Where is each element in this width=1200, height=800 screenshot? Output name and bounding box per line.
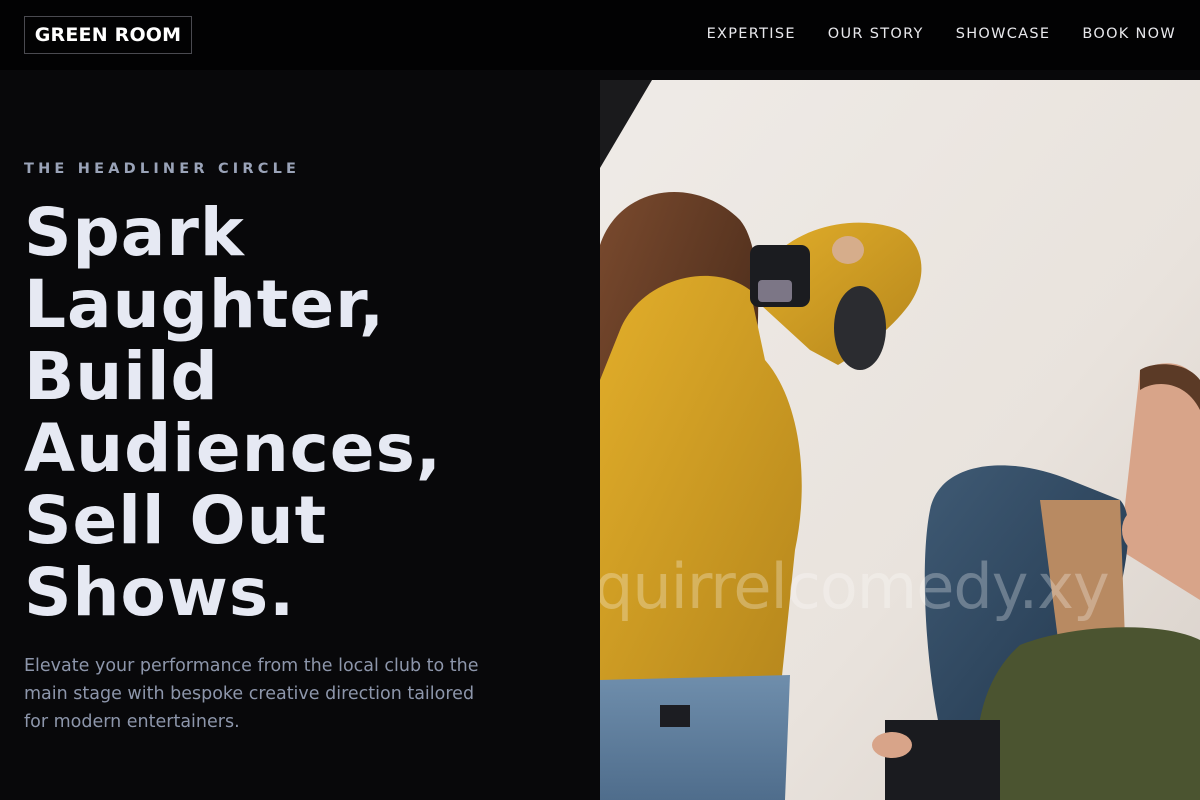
nav-link-book-now[interactable]: BOOK NOW — [1082, 26, 1176, 42]
hero-headline: Spark Laughter, Build Audiences, Sell Ou… — [24, 197, 584, 629]
hero-photo: quirrelcomedy.xy — [600, 80, 1200, 800]
main-nav: EXPERTISE OUR STORY SHOWCASE BOOK NOW — [707, 24, 1176, 44]
site-logo[interactable]: GREEN ROOM — [24, 16, 192, 54]
headline-line: Laughter, — [24, 266, 386, 343]
headline-line: Sell Out — [24, 482, 328, 559]
headline-line: Shows. — [24, 554, 296, 631]
headline-line: Build — [24, 338, 219, 415]
photographer-and-model-illustration — [600, 80, 1200, 800]
headline-line: Audiences, — [24, 410, 442, 487]
image-watermark: quirrelcomedy.xy — [600, 550, 1110, 623]
nav-link-showcase[interactable]: SHOWCASE — [956, 26, 1051, 42]
nav-link-our-story[interactable]: OUR STORY — [828, 26, 924, 42]
hero-subtitle: Elevate your performance from the local … — [24, 656, 479, 732]
top-navigation-bar: GREEN ROOM EXPERTISE OUR STORY SHOWCASE … — [0, 0, 1200, 70]
headline-line: Spark — [24, 194, 245, 271]
hero-eyebrow: THE HEADLINER CIRCLE — [24, 161, 301, 177]
nav-link-expertise[interactable]: EXPERTISE — [707, 26, 796, 42]
